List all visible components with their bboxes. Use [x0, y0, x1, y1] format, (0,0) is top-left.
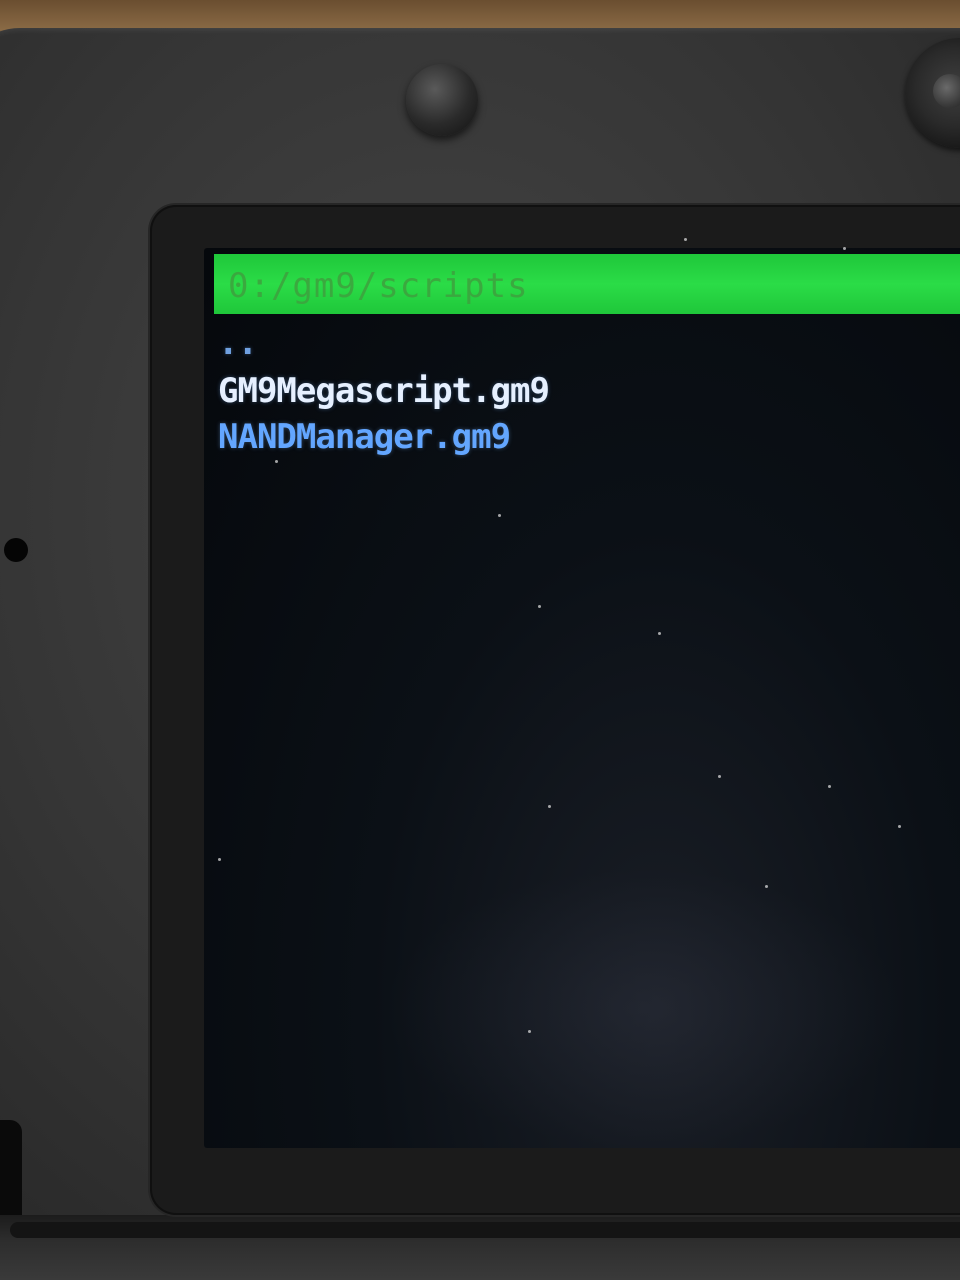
screw-hole — [4, 538, 28, 562]
device-bottom-ledge — [10, 1222, 960, 1238]
file-entry-nandmanager[interactable]: NANDManager.gm9 — [218, 414, 549, 460]
dust-speck — [718, 775, 721, 778]
dust-speck — [528, 1030, 531, 1033]
file-list: .. GM9Megascript.gm9 NANDManager.gm9 — [218, 326, 550, 460]
dust-speck — [218, 858, 221, 861]
circle-pad-stick — [406, 64, 478, 136]
parent-directory-entry[interactable]: .. — [218, 326, 549, 368]
device-photo: 0:/gm9/scripts .. GM9Megascript.gm9 NAND… — [0, 0, 960, 1280]
dust-speck — [498, 514, 501, 517]
dust-speck — [898, 825, 901, 828]
file-entry-gm9megascript[interactable]: GM9Megascript.gm9 — [218, 368, 550, 414]
dust-speck — [843, 247, 846, 250]
dust-speck — [658, 632, 661, 635]
path-title-bar: 0:/gm9/scripts — [214, 254, 960, 314]
screen-reflection — [384, 868, 904, 1148]
dust-speck — [538, 605, 541, 608]
dust-speck — [684, 238, 687, 241]
dust-speck — [275, 460, 278, 463]
dust-speck — [765, 885, 768, 888]
bottom-screen: 0:/gm9/scripts .. GM9Megascript.gm9 NAND… — [204, 248, 960, 1148]
dust-speck — [828, 785, 831, 788]
current-path: 0:/gm9/scripts — [228, 266, 529, 306]
dust-speck — [548, 805, 551, 808]
